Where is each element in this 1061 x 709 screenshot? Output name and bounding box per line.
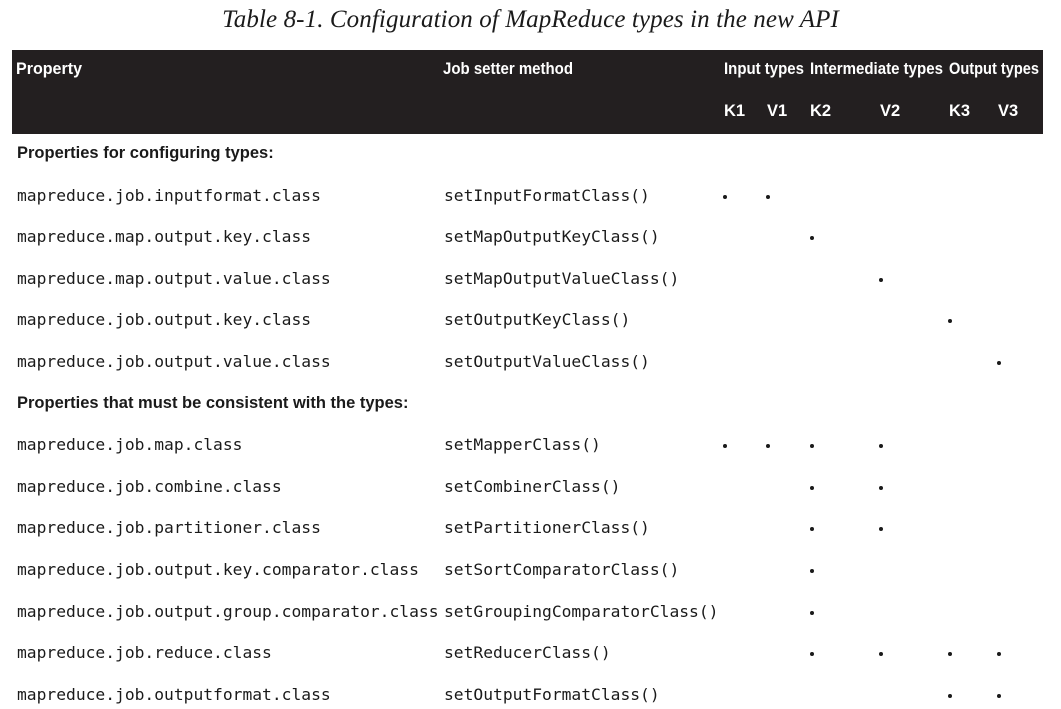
type-mark-dot [810, 569, 814, 573]
type-mark-dot [766, 194, 770, 199]
table-row: mapreduce.job.combine.class setCombinerCl… [0, 467, 1061, 508]
setter-method: setCombinerClass() [444, 476, 621, 496]
property-name: mapreduce.job.output.key.comparator.clas… [17, 560, 419, 579]
setter-method: setPartitionerClass() [444, 518, 650, 538]
type-mark-dot [810, 610, 814, 615]
table-header: Property Job setter method Input types I… [12, 50, 1043, 134]
type-mark-dot [879, 444, 883, 449]
type-mark-dot [810, 485, 814, 490]
table-row: mapreduce.job.outputformat.class setOutpu… [0, 675, 1061, 709]
type-mark-dot [997, 693, 1001, 698]
table-row: mapreduce.job.partitioner.class setPartit… [0, 508, 1061, 549]
header-col-k3: K3 [949, 102, 971, 120]
header-col-v2: V2 [880, 102, 901, 120]
header-group-input: Input types [724, 60, 804, 78]
property-name: mapreduce.job.map.class [17, 435, 243, 455]
section-heading: Properties for configuring types: [17, 144, 274, 162]
type-mark-dot [948, 652, 952, 657]
type-mark-dot [810, 652, 814, 657]
type-mark-dot [879, 652, 883, 657]
property-name: mapreduce.job.output.group.comparator.cl… [17, 601, 439, 621]
property-name: mapreduce.job.output.value.class [17, 352, 331, 371]
setter-method: setOutputValueClass() [444, 352, 650, 371]
setter-method: setReducerClass() [444, 643, 611, 663]
property-name: mapreduce.map.output.key.class [17, 227, 312, 247]
header-group-output: Output types [949, 60, 1039, 78]
type-mark-dot [948, 693, 952, 698]
section-heading: Properties that must be consistent with … [17, 393, 409, 412]
setter-method: setSortComparatorClass() [444, 560, 680, 579]
table-row: mapreduce.map.output.key.class setMapOutp… [0, 217, 1061, 258]
setter-method: setOutputFormatClass() [444, 684, 660, 704]
type-mark-dot [997, 652, 1001, 657]
property-name: mapreduce.job.outputformat.class [17, 684, 331, 704]
table-caption: Table 8-1. Configuration of MapReduce ty… [222, 6, 839, 33]
setter-method: setInputFormatClass() [444, 185, 650, 205]
setter-method: setMapOutputKeyClass() [444, 227, 660, 247]
setter-method: setOutputKeyClass() [444, 310, 631, 330]
table-row: mapreduce.job.output.group.comparator.cl… [0, 592, 1061, 633]
property-name: mapreduce.job.reduce.class [17, 643, 272, 663]
type-mark-dot [879, 485, 883, 490]
property-name: mapreduce.job.partitioner.class [17, 518, 321, 538]
table-row: mapreduce.job.output.key.class setOutputK… [0, 300, 1061, 341]
header-col-v3: V3 [998, 102, 1019, 120]
section-heading-row: Properties for configuring types: [0, 134, 1061, 175]
table-row: mapreduce.job.output.value.class setOutpu… [0, 342, 1061, 383]
type-mark-dot [723, 444, 727, 449]
type-mark-dot [879, 277, 883, 282]
type-mark-dot [997, 361, 1001, 365]
header-col-k2: K2 [810, 102, 832, 120]
property-name: mapreduce.job.inputformat.class [17, 185, 321, 205]
type-mark-dot [810, 527, 814, 532]
table-row: mapreduce.job.inputformat.class setInputF… [0, 176, 1061, 217]
type-mark-dot [948, 319, 952, 324]
property-name: mapreduce.map.output.value.class [17, 268, 331, 288]
type-mark-dot [810, 236, 814, 241]
section-heading-row: Properties that must be consistent with … [0, 384, 1061, 425]
type-mark-dot [879, 527, 883, 532]
header-col-v1: V1 [767, 102, 788, 120]
table-row: mapreduce.map.output.value.class setMapOu… [0, 259, 1061, 300]
type-mark-dot [723, 194, 727, 199]
type-mark-dot [766, 444, 770, 449]
property-name: mapreduce.job.output.key.class [17, 310, 312, 330]
header-col-k1: K1 [724, 102, 746, 120]
table-row: mapreduce.job.map.class setMapperClass() [0, 425, 1061, 466]
property-name: mapreduce.job.combine.class [17, 476, 282, 496]
document-page: Table 8-1. Configuration of MapReduce ty… [0, 0, 1061, 709]
header-group-intermediate: Intermediate types [810, 60, 943, 78]
header-setter: Job setter method [443, 60, 573, 78]
setter-method: setMapOutputValueClass() [444, 268, 680, 288]
setter-method: setGroupingComparatorClass() [444, 601, 719, 621]
type-mark-dot [810, 444, 814, 449]
table-row: mapreduce.job.reduce.class setReducerClas… [0, 633, 1061, 674]
table-row: mapreduce.job.output.key.comparator.clas… [0, 550, 1061, 591]
header-property: Property [16, 60, 82, 78]
setter-method: setMapperClass() [444, 435, 601, 455]
